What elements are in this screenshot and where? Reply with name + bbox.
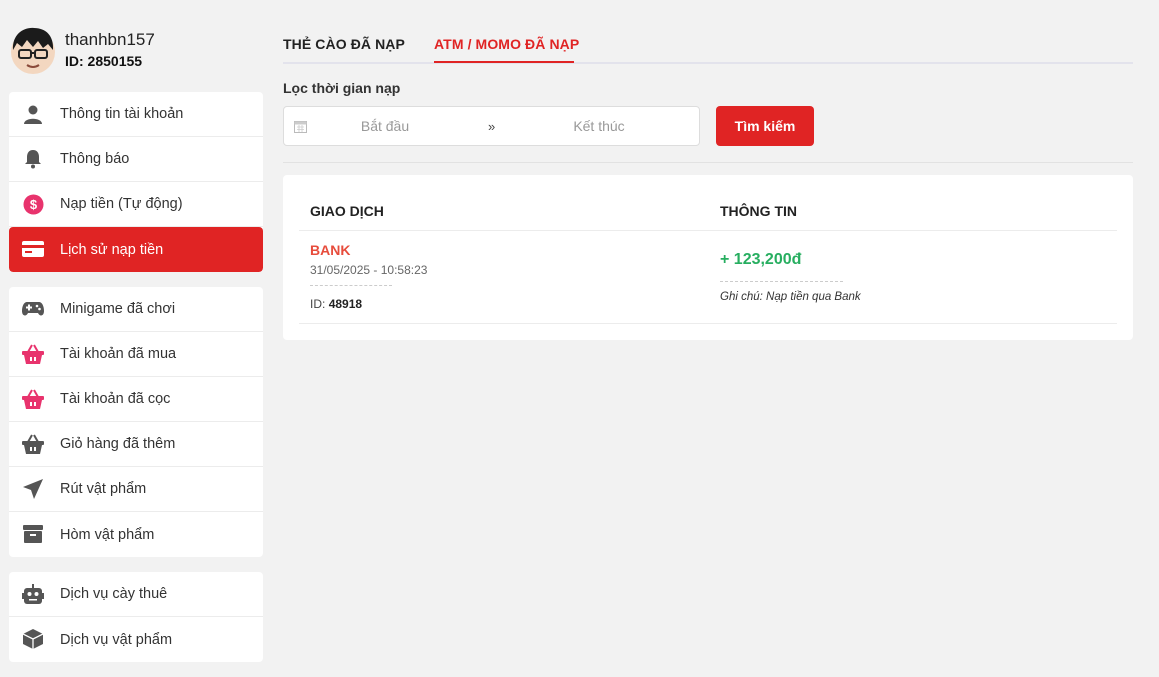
filter-label: Lọc thời gian nạp xyxy=(283,80,401,96)
dollar-circle-icon: $ xyxy=(21,193,45,215)
sidebar-item-boosting-service[interactable]: Dịch vụ cày thuê xyxy=(9,572,263,617)
date-separator: » xyxy=(488,119,496,134)
end-date-input[interactable]: Kết thúc xyxy=(534,118,664,134)
transaction-id-prefix: ID: xyxy=(310,297,326,311)
deposit-tabs: THẺ CÀO ĐÃ NẠP ATM / MOMO ĐÃ NẠP xyxy=(283,30,1133,64)
sidebar-item-label: Minigame đã chơi xyxy=(60,301,176,317)
sidebar-item-label: Rút vật phẩm xyxy=(60,481,147,497)
sidebar-item-deposited-accounts[interactable]: Tài khoản đã cọc xyxy=(9,377,263,422)
archive-icon xyxy=(21,523,45,545)
divider xyxy=(720,281,843,282)
start-date-input[interactable]: Bắt đầu xyxy=(320,118,450,134)
sidebar-item-label: Thông báo xyxy=(60,151,130,167)
transactions-table: GIAO DỊCH THÔNG TIN BANK 31/05/2025 - 10… xyxy=(283,175,1133,340)
sidebar-item-notifications[interactable]: Thông báo xyxy=(9,137,263,182)
transaction-note: Ghi chú: Nạp tiền qua Bank xyxy=(720,291,861,303)
user-profile: thanhbn157 ID: 2850155 xyxy=(10,26,260,78)
username: thanhbn157 xyxy=(65,30,155,49)
sidebar-item-item-chest[interactable]: Hòm vật phẩm xyxy=(9,512,263,557)
sidebar-item-deposit-auto[interactable]: $ Nạp tiền (Tự động) xyxy=(9,182,263,227)
calendar-icon xyxy=(294,120,307,138)
send-icon xyxy=(21,478,45,500)
sidebar-item-minigame[interactable]: Minigame đã chơi xyxy=(9,287,263,332)
sidebar-item-label: Tài khoản đã mua xyxy=(60,346,177,362)
transaction-id: ID: 48918 xyxy=(310,297,362,311)
basket-icon xyxy=(21,388,45,410)
sidebar-item-withdraw-items[interactable]: Rút vật phẩm xyxy=(9,467,263,512)
tab-card-deposits[interactable]: THẺ CÀO ĐÃ NẠP xyxy=(283,36,405,52)
basket-icon xyxy=(21,343,45,365)
divider xyxy=(283,162,1133,163)
service-menu: Dịch vụ cày thuê Dịch vụ vật phẩm xyxy=(9,572,263,662)
box-icon xyxy=(21,628,45,650)
sidebar-item-label: Tài khoản đã cọc xyxy=(60,391,171,407)
basket-icon xyxy=(21,433,45,455)
gamepad-icon xyxy=(21,298,45,320)
user-id: ID: 2850155 xyxy=(65,53,143,69)
sidebar-item-item-service[interactable]: Dịch vụ vật phẩm xyxy=(9,617,263,662)
sidebar-item-label: Dịch vụ cày thuê xyxy=(60,586,168,602)
credit-card-icon xyxy=(21,238,45,260)
sidebar-item-label: Giỏ hàng đã thêm xyxy=(60,436,176,452)
sidebar-item-label: Dịch vụ vật phẩm xyxy=(60,631,173,648)
transaction-id-value: 48918 xyxy=(328,297,363,311)
search-button[interactable]: Tìm kiếm xyxy=(716,106,814,146)
column-header-transaction: GIAO DỊCH xyxy=(310,203,384,219)
sidebar-item-label: Nạp tiền (Tự động) xyxy=(60,196,183,212)
avatar xyxy=(11,27,55,74)
history-menu: Minigame đã chơi Tài khoản đã mua Tài kh… xyxy=(9,287,263,557)
sidebar-item-label: Hòm vật phẩm xyxy=(60,526,155,543)
transaction-amount: + 123,200đ xyxy=(720,251,802,268)
bell-icon xyxy=(21,148,45,170)
divider xyxy=(310,285,392,286)
user-icon xyxy=(21,103,45,125)
sidebar-item-account-info[interactable]: Thông tin tài khoản xyxy=(9,92,263,137)
account-menu: Thông tin tài khoản Thông báo $ Nạp tiền… xyxy=(9,92,263,272)
tab-atm-momo-deposits[interactable]: ATM / MOMO ĐÃ NẠP xyxy=(434,36,579,52)
divider xyxy=(299,323,1117,324)
svg-text:$: $ xyxy=(29,197,37,212)
robot-icon xyxy=(21,583,45,605)
divider xyxy=(299,230,1117,231)
transaction-datetime: 31/05/2025 - 10:58:23 xyxy=(310,263,428,277)
date-range-picker[interactable]: Bắt đầu » Kết thúc xyxy=(283,106,700,146)
sidebar-item-cart[interactable]: Giỏ hàng đã thêm xyxy=(9,422,263,467)
sidebar-item-label: Lịch sử nạp tiền xyxy=(60,241,164,258)
sidebar-item-deposit-history[interactable]: Lịch sử nạp tiền xyxy=(9,227,263,272)
column-header-info: THÔNG TIN xyxy=(720,203,797,219)
transaction-type: BANK xyxy=(310,242,351,258)
sidebar-item-bought-accounts[interactable]: Tài khoản đã mua xyxy=(9,332,263,377)
active-tab-indicator xyxy=(434,61,574,63)
sidebar-item-label: Thông tin tài khoản xyxy=(60,106,184,122)
